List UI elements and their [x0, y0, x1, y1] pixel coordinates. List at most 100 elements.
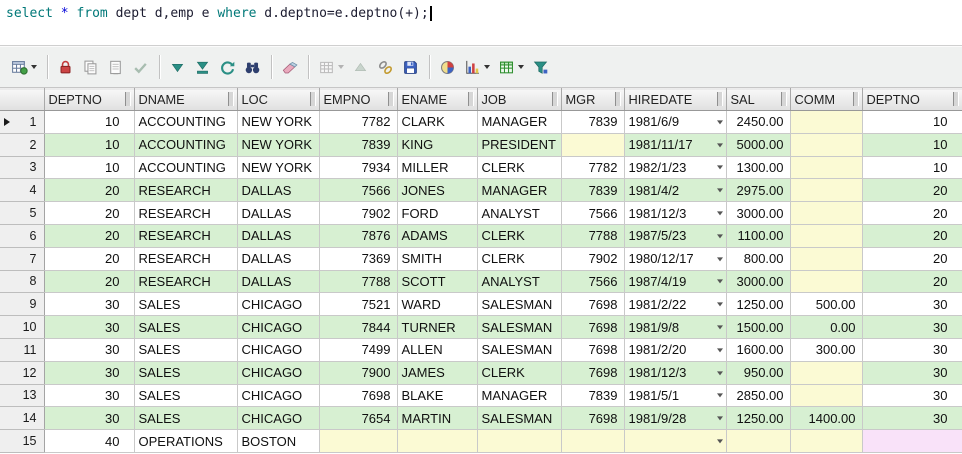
row-selector[interactable]: 8: [0, 270, 45, 294]
cell-sal[interactable]: 1250.00: [726, 406, 791, 431]
cell-deptno[interactable]: 10: [44, 156, 135, 180]
cell-empno[interactable]: 7934: [319, 156, 398, 180]
row-selector[interactable]: 1: [0, 110, 45, 134]
cell-comm[interactable]: [790, 224, 863, 248]
cell-dname[interactable]: SALES: [134, 406, 238, 431]
column-resize-handle[interactable]: [387, 92, 394, 106]
cell-dname[interactable]: SALES: [134, 292, 238, 317]
cell-dname[interactable]: OPERATIONS: [134, 429, 238, 453]
cell-ename[interactable]: ALLEN: [397, 338, 478, 362]
cell-dname[interactable]: RESEARCH: [134, 224, 238, 248]
cell-sal[interactable]: 1600.00: [726, 338, 791, 362]
cell-mgr[interactable]: 7698: [561, 315, 625, 339]
cell-sal[interactable]: 3000.00: [726, 201, 791, 225]
cell-job[interactable]: MANAGER: [477, 110, 562, 134]
date-dropdown-icon[interactable]: [716, 279, 723, 284]
cell-job[interactable]: CLERK: [477, 156, 562, 180]
cell-ename[interactable]: WARD: [397, 292, 478, 317]
layout-grid-button[interactable]: [8, 54, 40, 80]
fetch-next-button[interactable]: [166, 54, 189, 80]
column-resize-handle[interactable]: [780, 92, 787, 106]
cell-deptno[interactable]: 30: [44, 406, 135, 431]
cell-ename[interactable]: MARTIN: [397, 406, 478, 431]
cell-empno[interactable]: 7521: [319, 292, 398, 317]
col-header-comm[interactable]: COMM: [790, 88, 863, 111]
cell-sal[interactable]: 2850.00: [726, 384, 791, 408]
cell-deptno2[interactable]: 30: [862, 292, 962, 317]
date-dropdown-icon[interactable]: [716, 302, 723, 307]
export-grid-button[interactable]: [315, 54, 347, 80]
date-dropdown-icon[interactable]: [716, 416, 723, 421]
cell-deptno2[interactable]: 30: [862, 315, 962, 339]
cell-hiredate[interactable]: 1981/9/8: [624, 315, 727, 339]
refresh-button[interactable]: [216, 54, 239, 80]
cell-hiredate[interactable]: 1981/2/20: [624, 338, 727, 362]
cell-ename[interactable]: SCOTT: [397, 270, 478, 294]
cell-dname[interactable]: RESEARCH: [134, 201, 238, 225]
cell-job[interactable]: CLERK: [477, 361, 562, 385]
column-resize-handle[interactable]: [852, 92, 859, 106]
cell-loc[interactable]: DALLAS: [237, 270, 320, 294]
cell-deptno2[interactable]: 30: [862, 406, 962, 431]
cell-sal[interactable]: 5000.00: [726, 133, 791, 157]
cell-hiredate[interactable]: 1981/2/22: [624, 292, 727, 317]
cell-sal[interactable]: 800.00: [726, 247, 791, 271]
find-button[interactable]: [241, 54, 264, 80]
cell-ename[interactable]: KING: [397, 133, 478, 157]
cell-loc[interactable]: CHICAGO: [237, 361, 320, 385]
column-resize-handle[interactable]: [309, 92, 316, 106]
cell-hiredate[interactable]: 1981/6/9: [624, 110, 727, 134]
row-selector[interactable]: 15: [0, 429, 45, 453]
cell-mgr[interactable]: 7698: [561, 338, 625, 362]
col-header-hiredate[interactable]: HIREDATE: [624, 88, 727, 111]
cell-mgr[interactable]: [561, 133, 625, 157]
col-header-rownum[interactable]: [0, 88, 45, 111]
cell-sal[interactable]: 950.00: [726, 361, 791, 385]
col-header-dname[interactable]: DNAME: [134, 88, 238, 111]
cell-deptno[interactable]: 30: [44, 315, 135, 339]
cell-job[interactable]: MANAGER: [477, 178, 562, 203]
cell-deptno[interactable]: 30: [44, 338, 135, 362]
lock-button[interactable]: [54, 54, 77, 80]
date-dropdown-icon[interactable]: [716, 325, 723, 330]
cell-mgr[interactable]: 7698: [561, 406, 625, 431]
date-dropdown-icon[interactable]: [716, 393, 723, 398]
cell-comm[interactable]: 500.00: [790, 292, 863, 317]
cell-ename[interactable]: [397, 429, 478, 453]
date-dropdown-icon[interactable]: [716, 188, 723, 193]
cell-comm[interactable]: [790, 156, 863, 180]
dropdown-arrow-icon[interactable]: [338, 65, 344, 69]
row-selector[interactable]: 2: [0, 133, 45, 157]
cell-hiredate[interactable]: 1982/1/23: [624, 156, 727, 180]
cell-mgr[interactable]: 7788: [561, 224, 625, 248]
sql-editor[interactable]: select * from dept d,emp e where d.deptn…: [0, 0, 962, 46]
collapse-button[interactable]: [349, 54, 372, 80]
cell-sal[interactable]: 2975.00: [726, 178, 791, 203]
commit-button[interactable]: [129, 54, 152, 80]
date-dropdown-icon[interactable]: [716, 371, 723, 376]
cell-hiredate[interactable]: 1981/9/28: [624, 406, 727, 431]
cell-loc[interactable]: NEW YORK: [237, 110, 320, 134]
cell-hiredate[interactable]: 1981/5/1: [624, 384, 727, 408]
column-resize-handle[interactable]: [467, 92, 474, 106]
cell-dname[interactable]: SALES: [134, 384, 238, 408]
cell-mgr[interactable]: 7902: [561, 247, 625, 271]
date-dropdown-icon[interactable]: [716, 234, 723, 239]
cell-deptno[interactable]: 20: [44, 270, 135, 294]
cell-empno[interactable]: 7788: [319, 270, 398, 294]
row-selector[interactable]: 6: [0, 224, 45, 248]
cell-mgr[interactable]: [561, 429, 625, 453]
cell-job[interactable]: SALESMAN: [477, 406, 562, 431]
cell-loc[interactable]: CHICAGO: [237, 292, 320, 317]
cell-job[interactable]: SALESMAN: [477, 315, 562, 339]
cell-loc[interactable]: NEW YORK: [237, 133, 320, 157]
row-selector[interactable]: 12: [0, 361, 45, 385]
cell-ename[interactable]: MILLER: [397, 156, 478, 180]
column-resize-handle[interactable]: [614, 92, 621, 106]
cell-job[interactable]: [477, 429, 562, 453]
cell-job[interactable]: ANALYST: [477, 270, 562, 294]
cell-loc[interactable]: DALLAS: [237, 178, 320, 203]
cell-deptno2[interactable]: 20: [862, 224, 962, 248]
row-selector[interactable]: 4: [0, 178, 45, 203]
cell-job[interactable]: MANAGER: [477, 384, 562, 408]
